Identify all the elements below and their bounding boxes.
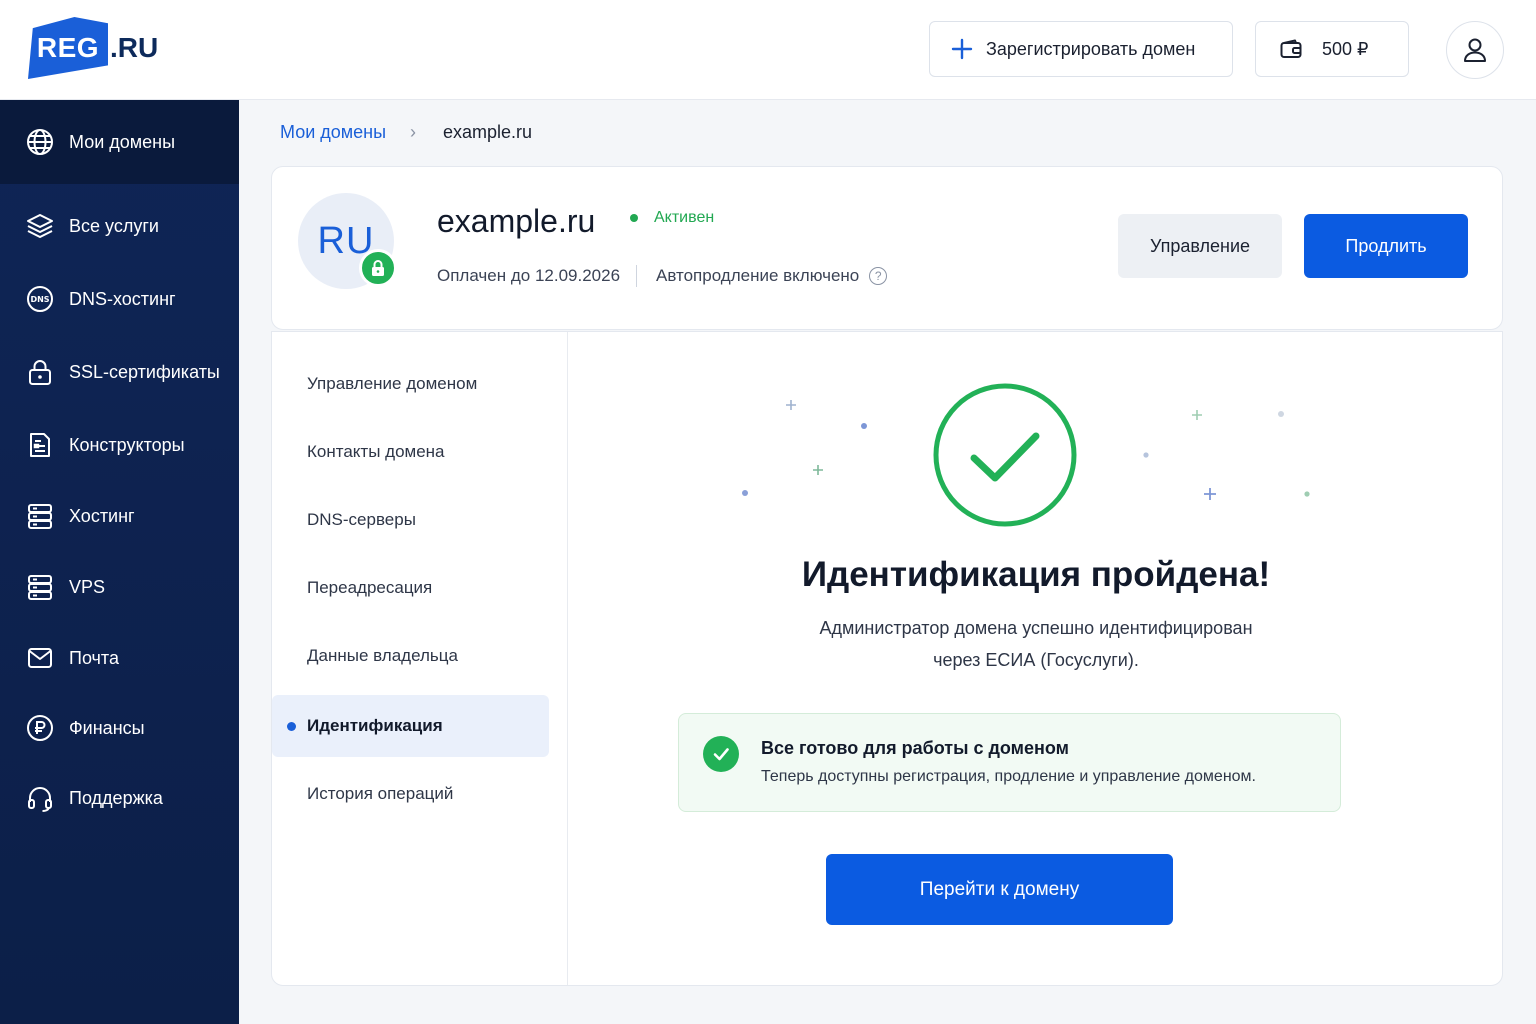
autorenew-info: Автопродление включено ? <box>656 266 888 286</box>
status-dot <box>630 214 638 222</box>
sidebar-item-builders[interactable]: Конструкторы <box>0 419 239 471</box>
server-icon <box>28 575 52 600</box>
svg-text:DNS: DNS <box>30 295 49 304</box>
active-indicator <box>287 721 296 731</box>
manage-button[interactable]: Управление <box>1118 214 1282 278</box>
result-description-line: через ЕСИА (Госуслуги). <box>933 650 1139 670</box>
sidebar-item-all-services[interactable]: Все услуги <box>0 200 239 252</box>
submenu-item-identification[interactable]: Идентификация <box>272 695 549 757</box>
server-icon <box>28 504 52 529</box>
sidebar-item-label: Все услуги <box>69 215 159 236</box>
sparkle-dot-icon <box>1304 491 1310 497</box>
user-icon <box>1464 38 1486 62</box>
submenu-item-domain-management[interactable]: Управление доменом <box>272 353 549 415</box>
autorenew-label: Автопродление включено <box>656 266 860 285</box>
wallet-icon <box>1280 39 1302 58</box>
mail-icon <box>28 648 52 668</box>
sidebar-item-mail[interactable]: Почта <box>0 632 239 684</box>
sidebar-item-vps[interactable]: VPS <box>0 561 239 613</box>
submenu-item-domain-contacts[interactable]: Контакты домена <box>272 421 549 483</box>
sparkle-dot-icon <box>742 490 748 496</box>
renew-button[interactable]: Продлить <box>1304 214 1468 278</box>
domain-name: example.ru <box>437 203 596 239</box>
sidebar-item-label: DNS-хостинг <box>69 288 176 309</box>
submenu-item-owner-data[interactable]: Данные владельца <box>272 625 549 687</box>
logo-tail: .RU <box>110 32 159 63</box>
sidebar-item-dns-hosting[interactable]: DNS DNS-хостинг <box>0 273 239 325</box>
register-domain-label: Зарегистрировать домен <box>986 38 1196 59</box>
paid-until: Оплачен до 12.09.2026 <box>437 266 621 285</box>
ready-title: Все готово для работы с доменом <box>761 738 1069 758</box>
help-icon[interactable]: ? <box>869 267 888 285</box>
sparkle-dot-icon <box>1143 452 1149 458</box>
sidebar-item-label: Поддержка <box>69 787 163 808</box>
submenu-item-history[interactable]: История операций <box>272 763 549 825</box>
register-domain-button[interactable]: Зарегистрировать домен <box>929 21 1233 77</box>
sidebar-item-label: VPS <box>69 576 106 597</box>
success-check-icon <box>933 383 1077 527</box>
sidebar-item-my-domains[interactable]: Мои домены <box>0 100 239 184</box>
sparkle-dot-icon <box>861 423 867 429</box>
logo-badge: REG <box>28 17 108 79</box>
globe-icon <box>27 129 53 155</box>
divider <box>636 265 637 287</box>
sidebar: Мои домены Все услуги DNS DNS-хостинг SS… <box>0 100 239 1024</box>
sidebar-item-hosting[interactable]: Хостинг <box>0 490 239 542</box>
result-description-line: Администратор домена успешно идентифицир… <box>819 618 1253 638</box>
domain-detail-panel: Управление доменом Контакты домена DNS-с… <box>271 331 1503 986</box>
sidebar-item-label: Конструкторы <box>69 434 185 455</box>
sidebar-item-ssl[interactable]: SSL-сертификаты <box>0 346 239 398</box>
check-circle-icon <box>703 736 739 772</box>
sparkle-icon <box>786 400 796 410</box>
status-badge: Активен <box>630 209 714 227</box>
result-description: Администратор домена успешно идентифицир… <box>568 612 1504 676</box>
sidebar-item-label: Хостинг <box>69 505 135 526</box>
layers-icon <box>27 214 53 238</box>
ready-text: Теперь доступны регистрация, продление и… <box>761 768 1256 785</box>
breadcrumb-separator: › <box>410 122 416 142</box>
sparkle-icon <box>1192 410 1202 420</box>
sidebar-item-label: Мои домены <box>69 131 176 152</box>
sidebar-item-support[interactable]: Поддержка <box>0 772 239 824</box>
headset-icon <box>28 787 52 812</box>
sidebar-item-label: Почта <box>69 647 119 668</box>
ruble-icon <box>27 715 53 741</box>
dns-icon: DNS <box>27 286 53 312</box>
go-to-domain-button[interactable]: Перейти к домену <box>826 854 1173 925</box>
balance-value: 500 ₽ <box>1322 38 1369 59</box>
breadcrumb-link-my-domains[interactable]: Мои домены <box>280 122 386 143</box>
top-header: REG .RU Зарегистрировать домен 500 ₽ <box>0 0 1536 100</box>
plus-icon <box>951 38 973 60</box>
ready-notice: Все готово для работы с доменом Теперь д… <box>678 713 1341 812</box>
breadcrumb-current: example.ru <box>443 122 533 142</box>
lock-icon <box>29 360 51 385</box>
status-label: Активен <box>654 209 715 226</box>
submenu-item-redirect[interactable]: Переадресация <box>272 557 549 619</box>
result-title: Идентификация пройдена! <box>801 555 1271 594</box>
sidebar-item-label: SSL-сертификаты <box>69 361 220 382</box>
balance-button[interactable]: 500 ₽ <box>1255 21 1409 77</box>
domain-summary-card: RU example.ru Активен Оплачен до 12.09.2… <box>271 166 1503 330</box>
sparkle-icon <box>1204 488 1216 500</box>
sparkle-icon <box>813 465 823 475</box>
sidebar-item-finance[interactable]: Финансы <box>0 702 239 754</box>
submenu-item-label: Идентификация <box>307 716 443 735</box>
sparkle-dot-icon <box>1278 411 1284 417</box>
reg-ru-logo[interactable]: REG .RU <box>28 16 158 80</box>
submenu-item-dns-servers[interactable]: DNS-серверы <box>272 489 549 551</box>
user-profile-button[interactable] <box>1446 21 1504 79</box>
document-icon <box>30 433 50 457</box>
lock-icon <box>359 249 397 287</box>
sidebar-item-label: Финансы <box>69 717 145 738</box>
